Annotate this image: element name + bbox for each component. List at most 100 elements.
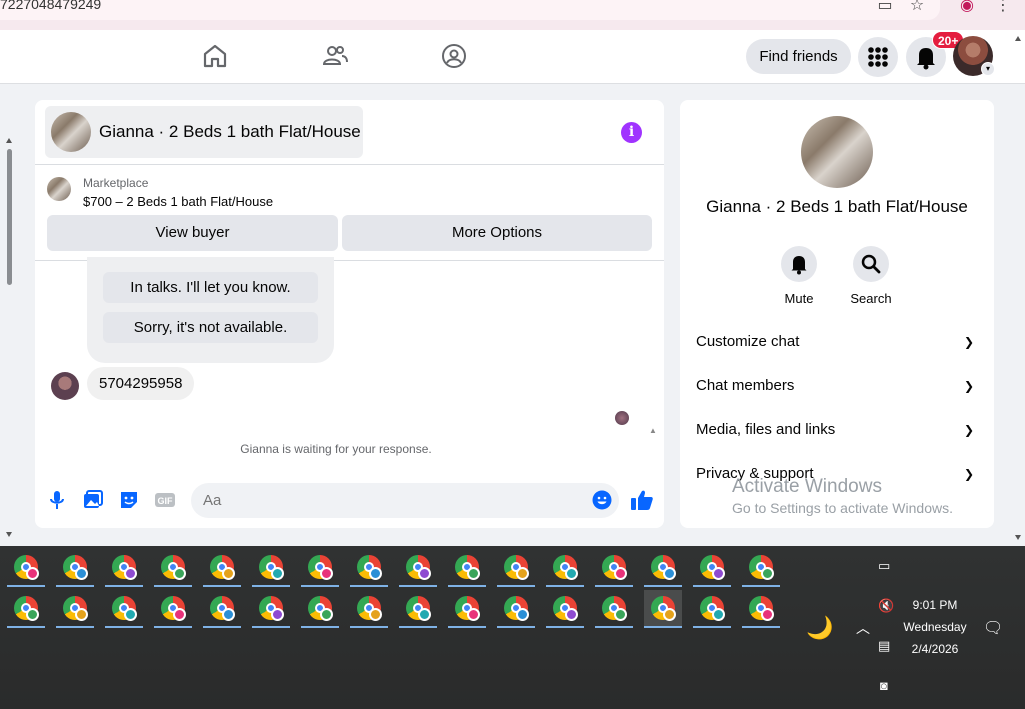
chrome-profile-window-icon[interactable] (448, 549, 486, 587)
friends-icon[interactable] (321, 42, 349, 70)
sticker-icon[interactable] (118, 489, 140, 511)
gif-icon[interactable]: GIF (154, 489, 176, 511)
chrome-profile-window-icon[interactable] (693, 590, 731, 628)
bookmark-star-icon[interactable]: ☆ (907, 0, 927, 16)
facebook-header: Find friends 20+ ▾ (0, 30, 1025, 84)
chrome-profile-window-icon[interactable] (105, 549, 143, 587)
groups-icon[interactable] (440, 42, 468, 70)
show-hidden-icons-chevron-icon[interactable]: ︿ (856, 618, 870, 638)
chrome-profile-window-icon[interactable] (350, 549, 388, 587)
conversation-name: Gianna · 2 Beds 1 bath Flat/House (706, 197, 968, 216)
chevron-down-icon[interactable]: ▾ (981, 62, 995, 76)
microphone-icon[interactable] (46, 489, 68, 511)
chrome-profile-window-icon[interactable] (693, 549, 731, 587)
chrome-profile-window-icon[interactable] (644, 590, 682, 628)
accordion-chat-members[interactable]: Chat members ❯ (696, 371, 980, 401)
chrome-profile-window-icon[interactable] (350, 590, 388, 628)
view-buyer-button[interactable]: View buyer (47, 215, 338, 251)
chrome-profile-window-icon[interactable] (595, 549, 633, 587)
network-icon[interactable]: ▤ (878, 638, 890, 654)
chrome-profile-window-icon[interactable] (252, 590, 290, 628)
conversation-info-panel: Gianna · 2 Beds 1 bath Flat/House Mute S… (680, 100, 994, 528)
clock-time[interactable]: 9:01 PM (900, 598, 970, 612)
search-label: Search (850, 291, 892, 306)
sender-avatar[interactable] (51, 372, 79, 400)
listing-photo[interactable] (801, 116, 873, 188)
photo-icon[interactable] (82, 489, 104, 511)
chrome-profile-window-icon[interactable] (399, 590, 437, 628)
chrome-profile-window-icon[interactable] (448, 590, 486, 628)
night-light-icon[interactable]: 🌙 (806, 615, 833, 641)
grid-menu-icon (868, 47, 888, 67)
chrome-profile-window-icon[interactable] (252, 549, 290, 587)
quick-reply-option[interactable]: In talks. I'll let you know. (103, 272, 318, 303)
left-scrollbar[interactable] (4, 135, 14, 540)
section-label: Customize chat (696, 333, 800, 350)
quick-reply-group: In talks. I'll let you know. Sorry, it's… (87, 257, 334, 363)
chrome-profile-window-icon[interactable] (203, 549, 241, 587)
address-bar[interactable]: 7227048479249 (0, 0, 940, 20)
chrome-profile-window-icon[interactable] (399, 549, 437, 587)
chat-header[interactable]: Gianna · 2 Beds 1 bath Flat/House (45, 106, 363, 158)
info-icon[interactable]: i (621, 122, 642, 143)
watermark-title: Activate Windows (732, 476, 882, 497)
chrome-profile-window-icon[interactable] (7, 549, 45, 587)
clock-day[interactable]: Wednesday (900, 620, 970, 634)
chrome-profile-window-icon[interactable] (203, 590, 241, 628)
profile-icon[interactable]: ◉ (957, 0, 977, 16)
home-icon[interactable] (201, 42, 229, 70)
chevron-down-icon: ❯ (963, 423, 974, 437)
mute-button[interactable]: Mute (769, 246, 829, 306)
menu-dots-icon[interactable]: ⋮ (993, 0, 1013, 16)
chrome-profile-window-icon[interactable] (497, 549, 535, 587)
activate-windows-watermark: Activate Windows Go to Settings to activ… (732, 476, 953, 516)
browser-toolbar: 7227048479249 ▭ ☆ ◉ ⋮ (0, 0, 1025, 30)
watermark-subtitle: Go to Settings to activate Windows. (732, 500, 953, 516)
search-button[interactable]: Search (841, 246, 901, 306)
page-scrollbar[interactable] (1011, 30, 1025, 546)
quick-reply-option[interactable]: Sorry, it's not available. (103, 312, 318, 343)
chrome-profile-window-icon[interactable] (595, 590, 633, 628)
accordion-media-files-links[interactable]: Media, files and links ❯ (696, 415, 980, 445)
chrome-profile-window-icon[interactable] (742, 549, 780, 587)
chevron-down-icon: ❯ (963, 379, 974, 393)
waiting-status-text: Gianna is waiting for your response. (240, 442, 432, 456)
marketplace-listing-card: Marketplace $700 – 2 Beds 1 bath Flat/Ho… (35, 164, 664, 261)
chrome-profile-window-icon[interactable] (497, 590, 535, 628)
notification-center-icon[interactable]: 🗨 (983, 618, 1003, 638)
chrome-profile-window-icon[interactable] (56, 590, 94, 628)
chrome-profile-window-icon[interactable] (105, 590, 143, 628)
message-bubble: 5704295958 (87, 367, 195, 400)
listing-price-title[interactable]: $700 – 2 Beds 1 bath Flat/House (83, 194, 273, 209)
chevron-down-icon: ❯ (963, 467, 974, 481)
chrome-profile-window-icon[interactable] (301, 549, 339, 587)
chrome-profile-window-icon[interactable] (154, 590, 192, 628)
chrome-profile-window-icon[interactable] (546, 549, 584, 587)
message-input[interactable] (191, 483, 619, 518)
accordion-customize-chat[interactable]: Customize chat ❯ (696, 327, 980, 357)
more-options-button[interactable]: More Options (342, 215, 652, 251)
cast-icon[interactable]: ▭ (875, 0, 895, 16)
chrome-profile-window-icon[interactable] (301, 590, 339, 628)
svg-text:GIF: GIF (158, 496, 174, 506)
meet-now-icon[interactable]: ◙ (880, 678, 888, 693)
chrome-profile-window-icon[interactable] (56, 549, 94, 587)
find-friends-button[interactable]: Find friends (746, 39, 851, 74)
chevron-down-icon: ❯ (963, 335, 974, 349)
scroll-up-arrow-icon[interactable]: ▲ (649, 426, 657, 435)
menu-button[interactable] (858, 37, 898, 77)
windows-taskbar: 🌙 ︿ ▭ 🔇 ▤ ◙ 9:01 PM Wednesday 2/4/2026 🗨 (0, 546, 1025, 709)
chrome-profile-window-icon[interactable] (742, 590, 780, 628)
volume-muted-icon[interactable]: 🔇 (878, 598, 894, 614)
battery-icon[interactable]: ▭ (878, 558, 890, 574)
thumbs-up-icon[interactable] (630, 488, 654, 512)
clock-date[interactable]: 2/4/2026 (900, 642, 970, 656)
emoji-icon[interactable] (592, 490, 612, 510)
listing-thumbnail-small (47, 177, 71, 201)
chrome-profile-window-icon[interactable] (7, 590, 45, 628)
chrome-profile-window-icon[interactable] (644, 549, 682, 587)
seen-indicator-avatar (615, 411, 629, 425)
chrome-profile-window-icon[interactable] (154, 549, 192, 587)
marketplace-label: Marketplace (83, 176, 149, 190)
chrome-profile-window-icon[interactable] (546, 590, 584, 628)
